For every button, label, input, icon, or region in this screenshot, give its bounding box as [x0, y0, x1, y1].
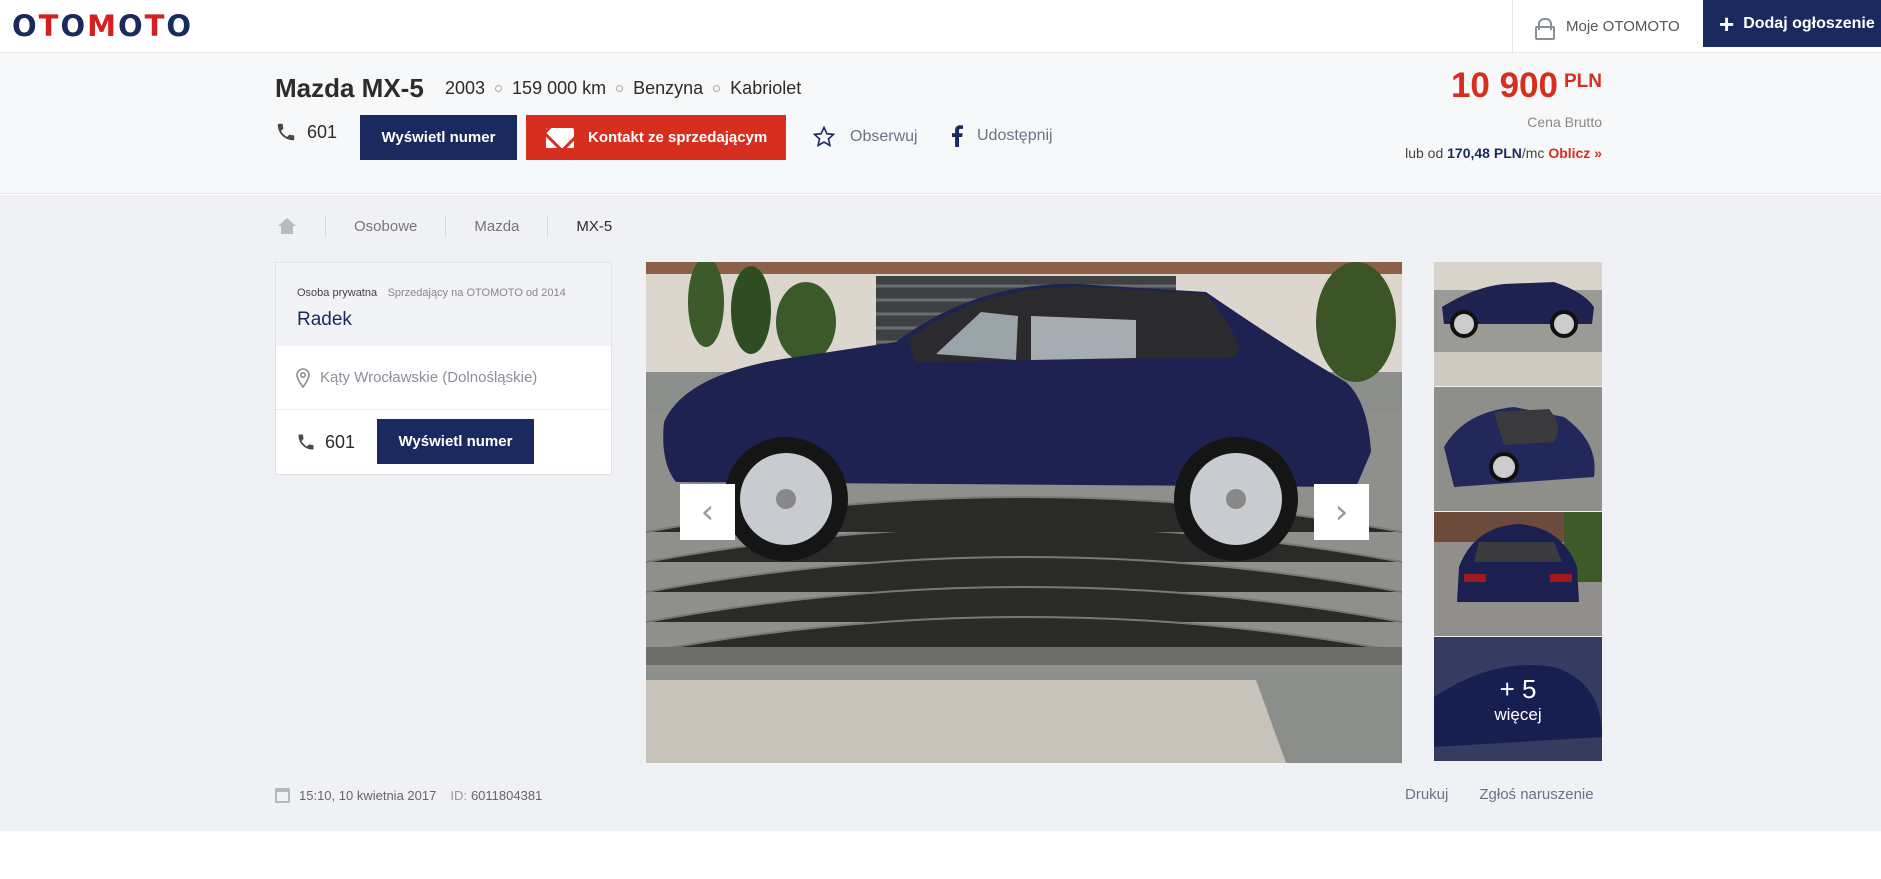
main-photo[interactable]: ‹ ›	[646, 262, 1402, 763]
finance-info: lub od 170,48 PLN/mc Oblicz »	[1405, 145, 1602, 161]
print-link[interactable]: Drukuj	[1405, 786, 1448, 803]
star-icon	[812, 125, 836, 148]
separator-dot	[495, 85, 503, 92]
phone-preview: 601	[275, 121, 337, 143]
breadcrumb-item-mx5: MX-5	[576, 217, 613, 235]
thumbnail[interactable]	[1434, 387, 1602, 511]
finance-prefix: lub od	[1405, 145, 1444, 161]
listing-header: Mazda MX-5 2003 159 000 km Benzyna Kabri…	[0, 53, 1881, 194]
seller-location-label: Kąty Wrocławskie (Dolnośląskie)	[320, 369, 538, 386]
listing-meta: 15:10, 10 kwietnia 2017 ID: 6011804381	[275, 788, 542, 803]
finance-suffix: /mc	[1521, 145, 1545, 161]
lock-icon	[1535, 17, 1555, 40]
contact-seller-label: Kontakt ze sprzedającym	[588, 129, 768, 146]
finance-calculate-link[interactable]: Oblicz »	[1548, 145, 1602, 161]
plus-icon: +	[1719, 8, 1735, 39]
prev-photo-button[interactable]: ‹	[680, 484, 735, 540]
spec-fuel: Benzyna	[633, 78, 704, 98]
separator-dot	[616, 85, 624, 92]
price: 10 900 PLN	[1451, 66, 1602, 106]
envelope-icon	[546, 127, 574, 148]
listing-specs: 2003 159 000 km Benzyna Kabriolet	[445, 78, 801, 99]
seller-phone: 601 Wyświetl numer	[276, 410, 611, 474]
my-account-label: Moje OTOMOTO	[1566, 18, 1680, 35]
breadcrumb: Osobowe Mazda MX-5	[277, 215, 612, 237]
listing-date: 15:10, 10 kwietnia 2017	[299, 788, 437, 803]
add-ad-label: Dodaj ogłoszenie	[1743, 14, 1875, 32]
seller-location[interactable]: Kąty Wrocławskie (Dolnośląskie)	[276, 346, 611, 410]
spec-body: Kabriolet	[730, 78, 802, 98]
calendar-icon	[275, 788, 290, 803]
home-icon[interactable]	[277, 217, 297, 235]
thumbnail[interactable]	[1434, 512, 1602, 636]
phone-icon	[277, 123, 295, 141]
listing-actions: Drukuj Zgłoś naruszenie	[1405, 786, 1594, 803]
thumbnail[interactable]	[1434, 262, 1602, 386]
thumbnail-image	[1434, 262, 1602, 386]
price-note: Cena Brutto	[1527, 114, 1602, 130]
phone-icon	[298, 434, 314, 450]
more-photos-button[interactable]: + 5 więcej	[1434, 637, 1602, 761]
contact-seller-button[interactable]: Kontakt ze sprzedającym	[526, 115, 786, 160]
location-pin-icon	[296, 367, 310, 388]
seller-phone-prefix: 601	[325, 431, 356, 452]
show-number-button[interactable]: Wyświetl numer	[360, 115, 517, 160]
separator-dot	[713, 85, 721, 92]
otomoto-logo[interactable]: OTOMOTO	[12, 9, 193, 43]
phone-prefix: 601	[307, 121, 338, 142]
facebook-icon	[952, 125, 963, 147]
listing-title: Mazda MX-5	[275, 73, 424, 103]
thumbnail-image	[1434, 387, 1602, 511]
listing-id-label: ID:	[450, 788, 467, 803]
watch-label: Obserwuj	[850, 128, 918, 145]
price-currency: PLN	[1564, 71, 1602, 92]
seller-type: Osoba prywatna	[297, 287, 378, 299]
share-button[interactable]: Udostępnij	[950, 125, 1053, 147]
seller-since: Sprzedający na OTOMOTO od 2014	[387, 287, 566, 299]
breadcrumb-item-osobowe[interactable]: Osobowe	[354, 218, 417, 235]
price-value: 10 900	[1450, 66, 1558, 105]
more-photos-count: + 5	[1499, 673, 1537, 704]
top-navigation: OTOMOTO Moje OTOMOTO + Dodaj ogłoszenie	[0, 0, 1881, 53]
car-photo	[646, 262, 1402, 763]
seller-card: Osoba prywatna Sprzedający na OTOMOTO od…	[275, 262, 612, 475]
seller-show-number-button[interactable]: Wyświetl numer	[377, 419, 534, 464]
finance-amount: 170,48 PLN	[1447, 145, 1522, 161]
seller-header: Osoba prywatna Sprzedający na OTOMOTO od…	[276, 263, 611, 346]
seller-name[interactable]: Radek	[297, 309, 611, 331]
breadcrumb-item-mazda[interactable]: Mazda	[474, 218, 519, 235]
share-label: Udostępnij	[977, 127, 1053, 144]
next-photo-button[interactable]: ›	[1314, 484, 1369, 540]
more-photos-overlay: + 5 więcej	[1434, 637, 1602, 761]
report-link[interactable]: Zgłoś naruszenie	[1479, 786, 1593, 803]
watch-button[interactable]: Obserwuj	[812, 125, 918, 149]
my-account-link[interactable]: Moje OTOMOTO	[1512, 0, 1703, 53]
more-photos-label: więcej	[1494, 704, 1542, 724]
spec-mileage: 159 000 km	[512, 78, 607, 98]
main-content: Osobowe Mazda MX-5 Osoba prywatna Sprzed…	[0, 195, 1881, 831]
listing-id: 6011804381	[470, 788, 543, 803]
spec-year: 2003	[445, 78, 486, 98]
thumbnail-image	[1434, 512, 1602, 636]
add-ad-button[interactable]: + Dodaj ogłoszenie	[1703, 0, 1881, 47]
